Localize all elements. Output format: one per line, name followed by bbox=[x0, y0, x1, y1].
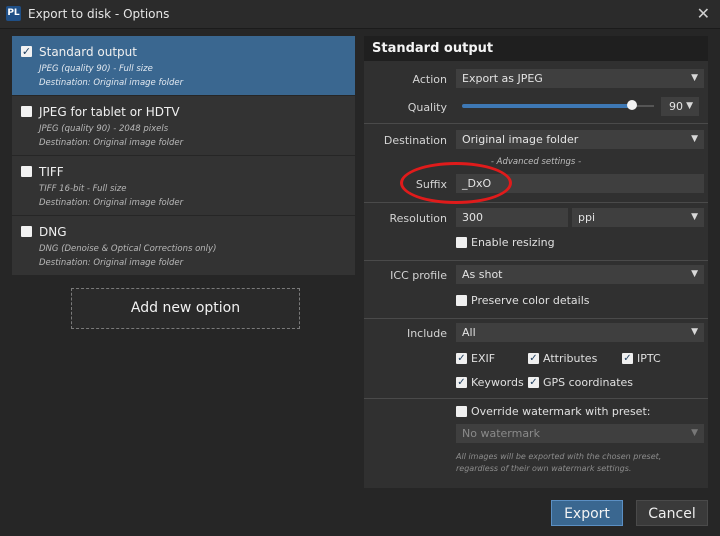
settings-panel: Standard output Action Export as JPEG ▼ … bbox=[364, 36, 708, 488]
quality-slider-handle[interactable] bbox=[627, 100, 637, 110]
option-name: JPEG for tablet or HDTV bbox=[39, 105, 180, 119]
gps-checkbox[interactable]: ✓ bbox=[528, 377, 539, 388]
chevron-down-icon: ▼ bbox=[691, 327, 698, 337]
divider bbox=[364, 123, 708, 124]
option-dng[interactable]: DNG DNG (Denoise & Optical Corrections o… bbox=[12, 216, 355, 276]
title-bar: PL Export to disk - Options ✕ bbox=[0, 0, 720, 29]
suffix-input[interactable]: _DxO bbox=[456, 174, 704, 193]
option-format: DNG (Denoise & Optical Corrections only) bbox=[39, 244, 217, 254]
override-watermark-label: Override watermark with preset: bbox=[471, 405, 651, 418]
watermark-value: No watermark bbox=[462, 427, 540, 440]
option-standard-output[interactable]: ✓ Standard output JPEG (quality 90) - Fu… bbox=[12, 36, 355, 96]
enable-resizing-label: Enable resizing bbox=[471, 236, 555, 249]
iptc-label: IPTC bbox=[637, 352, 661, 365]
include-label: Include bbox=[406, 327, 447, 340]
quality-slider[interactable] bbox=[462, 104, 632, 108]
divider bbox=[364, 260, 708, 261]
preserve-color-label: Preserve color details bbox=[471, 294, 590, 307]
option-destination: Destination: Original image folder bbox=[39, 78, 184, 88]
resolution-input[interactable]: 300 bbox=[456, 208, 568, 227]
destination-value: Original image folder bbox=[462, 133, 579, 146]
chevron-down-icon: ▼ bbox=[691, 269, 698, 279]
option-format: JPEG (quality 90) - Full size bbox=[39, 64, 153, 74]
option-format: TIFF 16-bit - Full size bbox=[39, 184, 127, 194]
enable-resizing-checkbox[interactable] bbox=[456, 237, 467, 248]
watermark-note: All images will be exported with the cho… bbox=[456, 452, 662, 473]
quality-label: Quality bbox=[407, 101, 447, 114]
option-name: TIFF bbox=[39, 165, 64, 179]
include-value: All bbox=[462, 326, 476, 339]
resolution-unit-value: ppi bbox=[578, 211, 596, 224]
chevron-down-icon: ▼ bbox=[691, 212, 698, 222]
option-name: DNG bbox=[39, 225, 67, 239]
attributes-checkbox[interactable]: ✓ bbox=[528, 353, 539, 364]
option-checkbox[interactable] bbox=[21, 166, 32, 177]
icc-profile-dropdown[interactable]: As shot ▼ bbox=[456, 265, 704, 284]
action-dropdown[interactable]: Export as JPEG ▼ bbox=[456, 69, 704, 88]
chevron-down-icon: ▼ bbox=[691, 134, 698, 144]
keywords-checkbox[interactable]: ✓ bbox=[456, 377, 467, 388]
quality-value: 90 bbox=[669, 100, 683, 113]
preserve-color-checkbox[interactable] bbox=[456, 295, 467, 306]
export-button[interactable]: Export bbox=[551, 500, 623, 526]
resolution-label: Resolution bbox=[389, 212, 447, 225]
destination-label: Destination bbox=[383, 134, 447, 147]
keywords-label: Keywords bbox=[471, 376, 524, 389]
iptc-checkbox[interactable]: ✓ bbox=[622, 353, 633, 364]
divider bbox=[364, 398, 708, 399]
window-title: Export to disk - Options bbox=[28, 7, 170, 21]
add-new-option-button[interactable]: Add new option bbox=[71, 288, 300, 329]
divider bbox=[364, 202, 708, 203]
watermark-dropdown[interactable]: No watermark ▼ bbox=[456, 424, 704, 443]
option-checkbox[interactable] bbox=[21, 226, 32, 237]
option-name: Standard output bbox=[39, 45, 137, 59]
panel-title: Standard output bbox=[364, 36, 708, 61]
action-label: Action bbox=[412, 73, 447, 86]
suffix-label: Suffix bbox=[415, 178, 447, 191]
destination-dropdown[interactable]: Original image folder ▼ bbox=[456, 130, 704, 149]
gps-label: GPS coordinates bbox=[543, 376, 634, 389]
include-dropdown[interactable]: All ▼ bbox=[456, 323, 704, 342]
resolution-unit-dropdown[interactable]: ppi ▼ bbox=[572, 208, 704, 227]
option-jpeg-tablet[interactable]: JPEG for tablet or HDTV JPEG (quality 90… bbox=[12, 96, 355, 156]
exif-label: EXIF bbox=[471, 352, 496, 365]
option-checkbox-checked[interactable]: ✓ bbox=[21, 46, 32, 57]
divider bbox=[364, 318, 708, 319]
close-icon[interactable]: ✕ bbox=[697, 4, 710, 23]
cancel-button[interactable]: Cancel bbox=[636, 500, 708, 526]
icc-profile-value: As shot bbox=[462, 268, 503, 281]
icc-profile-label: ICC profile bbox=[390, 269, 447, 282]
advanced-settings-heading: - Advanced settings - bbox=[490, 157, 582, 167]
option-destination: Destination: Original image folder bbox=[39, 198, 184, 208]
exif-checkbox[interactable]: ✓ bbox=[456, 353, 467, 364]
override-watermark-checkbox[interactable] bbox=[456, 406, 467, 417]
chevron-down-icon: ▼ bbox=[691, 428, 698, 438]
option-checkbox[interactable] bbox=[21, 106, 32, 117]
option-destination: Destination: Original image folder bbox=[39, 258, 184, 268]
option-destination: Destination: Original image folder bbox=[39, 138, 184, 148]
action-value: Export as JPEG bbox=[462, 72, 543, 85]
option-tiff[interactable]: TIFF TIFF 16-bit - Full size Destination… bbox=[12, 156, 355, 216]
export-options-list: ✓ Standard output JPEG (quality 90) - Fu… bbox=[12, 36, 355, 276]
app-logo-icon: PL bbox=[6, 6, 21, 21]
attributes-label: Attributes bbox=[543, 352, 598, 365]
quality-spinner[interactable]: 90 ▼ bbox=[661, 97, 699, 116]
option-format: JPEG (quality 90) - 2048 pixels bbox=[39, 124, 169, 134]
chevron-down-icon: ▼ bbox=[686, 101, 693, 111]
chevron-down-icon: ▼ bbox=[691, 73, 698, 83]
